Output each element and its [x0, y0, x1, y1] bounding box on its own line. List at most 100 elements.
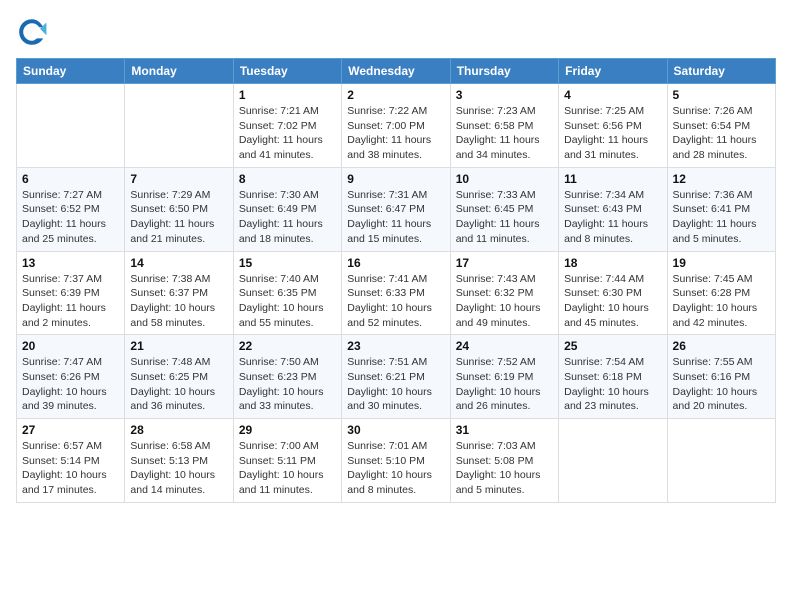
day-info: Sunrise: 7:47 AM Sunset: 6:26 PM Dayligh… [22, 355, 119, 414]
calendar-cell: 5Sunrise: 7:26 AM Sunset: 6:54 PM Daylig… [667, 84, 775, 168]
calendar-cell: 8 Sunrise: 7:30 AM Sunset: 6:49 PM Daylig… [233, 167, 341, 251]
calendar-week-row: 6 Sunrise: 7:27 AM Sunset: 6:52 PM Daylig… [17, 167, 776, 251]
day-info: Sunrise: 7:54 AM Sunset: 6:18 PM Dayligh… [564, 355, 661, 414]
day-info: Sunrise: 7:22 AM Sunset: 7:00 PM Dayligh… [347, 104, 444, 163]
calendar-cell: 6 Sunrise: 7:27 AM Sunset: 6:52 PM Daylig… [17, 167, 125, 251]
day-info: Sunrise: 7:43 AM Sunset: 6:32 PM Dayligh… [456, 272, 553, 331]
day-number: 8 [239, 172, 336, 186]
calendar-cell [667, 419, 775, 503]
calendar-cell: 15 Sunrise: 7:40 AM Sunset: 6:35 PM Dayli… [233, 251, 341, 335]
calendar-week-row: 27 Sunrise: 6:57 AM Sunset: 5:14 PM Dayli… [17, 419, 776, 503]
day-info: Sunrise: 7:40 AM Sunset: 6:35 PM Dayligh… [239, 272, 336, 331]
calendar-cell: 7Sunrise: 7:29 AM Sunset: 6:50 PM Daylig… [125, 167, 233, 251]
calendar-cell: 24 Sunrise: 7:52 AM Sunset: 6:19 PM Dayli… [450, 335, 558, 419]
day-info: Sunrise: 7:27 AM Sunset: 6:52 PM Dayligh… [22, 188, 119, 247]
day-info: Sunrise: 6:58 AM Sunset: 5:13 PM Dayligh… [130, 439, 227, 498]
calendar-week-row: 1 Sunrise: 7:21 AM Sunset: 7:02 PM Daylig… [17, 84, 776, 168]
day-info: Sunrise: 7:41 AM Sunset: 6:33 PM Dayligh… [347, 272, 444, 331]
day-number: 16 [347, 256, 444, 270]
day-number: 23 [347, 339, 444, 353]
calendar-cell: 1 Sunrise: 7:21 AM Sunset: 7:02 PM Daylig… [233, 84, 341, 168]
day-number: 15 [239, 256, 336, 270]
day-number: 25 [564, 339, 661, 353]
day-number: 28 [130, 423, 227, 437]
day-info: Sunrise: 7:23 AM Sunset: 6:58 PM Dayligh… [456, 104, 553, 163]
calendar-cell: 4 Sunrise: 7:25 AM Sunset: 6:56 PM Daylig… [559, 84, 667, 168]
day-info: Sunrise: 7:00 AM Sunset: 5:11 PM Dayligh… [239, 439, 336, 498]
calendar-cell [17, 84, 125, 168]
day-number: 17 [456, 256, 553, 270]
day-info: Sunrise: 7:30 AM Sunset: 6:49 PM Dayligh… [239, 188, 336, 247]
day-info: Sunrise: 7:55 AM Sunset: 6:16 PM Dayligh… [673, 355, 770, 414]
calendar-cell: 31 Sunrise: 7:03 AM Sunset: 5:08 PM Dayli… [450, 419, 558, 503]
day-info: Sunrise: 7:31 AM Sunset: 6:47 PM Dayligh… [347, 188, 444, 247]
day-number: 4 [564, 88, 661, 102]
calendar-cell: 12Sunrise: 7:36 AM Sunset: 6:41 PM Dayli… [667, 167, 775, 251]
day-number: 27 [22, 423, 119, 437]
calendar-cell: 11 Sunrise: 7:34 AM Sunset: 6:43 PM Dayli… [559, 167, 667, 251]
calendar-table: SundayMondayTuesdayWednesdayThursdayFrid… [16, 58, 776, 503]
calendar-cell: 17 Sunrise: 7:43 AM Sunset: 6:32 PM Dayli… [450, 251, 558, 335]
day-header-wednesday: Wednesday [342, 59, 450, 84]
logo [16, 16, 52, 48]
calendar-cell: 2 Sunrise: 7:22 AM Sunset: 7:00 PM Daylig… [342, 84, 450, 168]
day-number: 14 [130, 256, 227, 270]
day-header-saturday: Saturday [667, 59, 775, 84]
calendar-cell: 25 Sunrise: 7:54 AM Sunset: 6:18 PM Dayli… [559, 335, 667, 419]
day-info: Sunrise: 7:52 AM Sunset: 6:19 PM Dayligh… [456, 355, 553, 414]
calendar-header-row: SundayMondayTuesdayWednesdayThursdayFrid… [17, 59, 776, 84]
calendar-cell: 22Sunrise: 7:50 AM Sunset: 6:23 PM Dayli… [233, 335, 341, 419]
day-number: 24 [456, 339, 553, 353]
calendar-cell: 18 Sunrise: 7:44 AM Sunset: 6:30 PM Dayli… [559, 251, 667, 335]
day-info: Sunrise: 7:37 AM Sunset: 6:39 PM Dayligh… [22, 272, 119, 331]
calendar-cell: 14 Sunrise: 7:38 AM Sunset: 6:37 PM Dayli… [125, 251, 233, 335]
day-header-monday: Monday [125, 59, 233, 84]
day-info: Sunrise: 7:21 AM Sunset: 7:02 PM Dayligh… [239, 104, 336, 163]
day-header-sunday: Sunday [17, 59, 125, 84]
day-info: Sunrise: 7:03 AM Sunset: 5:08 PM Dayligh… [456, 439, 553, 498]
day-number: 1 [239, 88, 336, 102]
calendar-cell: 19 Sunrise: 7:45 AM Sunset: 6:28 PM Dayli… [667, 251, 775, 335]
day-info: Sunrise: 7:33 AM Sunset: 6:45 PM Dayligh… [456, 188, 553, 247]
day-info: Sunrise: 7:38 AM Sunset: 6:37 PM Dayligh… [130, 272, 227, 331]
day-number: 2 [347, 88, 444, 102]
day-number: 9 [347, 172, 444, 186]
day-info: Sunrise: 6:57 AM Sunset: 5:14 PM Dayligh… [22, 439, 119, 498]
day-info: Sunrise: 7:51 AM Sunset: 6:21 PM Dayligh… [347, 355, 444, 414]
day-number: 5 [673, 88, 770, 102]
day-number: 18 [564, 256, 661, 270]
day-number: 19 [673, 256, 770, 270]
day-number: 3 [456, 88, 553, 102]
calendar-cell: 28 Sunrise: 6:58 AM Sunset: 5:13 PM Dayli… [125, 419, 233, 503]
calendar-cell [125, 84, 233, 168]
day-info: Sunrise: 7:45 AM Sunset: 6:28 PM Dayligh… [673, 272, 770, 331]
calendar-week-row: 20 Sunrise: 7:47 AM Sunset: 6:26 PM Dayli… [17, 335, 776, 419]
day-header-thursday: Thursday [450, 59, 558, 84]
calendar-week-row: 13Sunrise: 7:37 AM Sunset: 6:39 PM Dayli… [17, 251, 776, 335]
day-number: 31 [456, 423, 553, 437]
day-info: Sunrise: 7:25 AM Sunset: 6:56 PM Dayligh… [564, 104, 661, 163]
day-number: 26 [673, 339, 770, 353]
day-info: Sunrise: 7:44 AM Sunset: 6:30 PM Dayligh… [564, 272, 661, 331]
calendar-cell: 29 Sunrise: 7:00 AM Sunset: 5:11 PM Dayli… [233, 419, 341, 503]
calendar-cell: 16 Sunrise: 7:41 AM Sunset: 6:33 PM Dayli… [342, 251, 450, 335]
day-info: Sunrise: 7:34 AM Sunset: 6:43 PM Dayligh… [564, 188, 661, 247]
day-header-friday: Friday [559, 59, 667, 84]
calendar-cell: 9 Sunrise: 7:31 AM Sunset: 6:47 PM Daylig… [342, 167, 450, 251]
calendar-cell [559, 419, 667, 503]
day-number: 7 [130, 172, 227, 186]
calendar-cell: 21Sunrise: 7:48 AM Sunset: 6:25 PM Dayli… [125, 335, 233, 419]
day-info: Sunrise: 7:01 AM Sunset: 5:10 PM Dayligh… [347, 439, 444, 498]
day-number: 21 [130, 339, 227, 353]
day-number: 11 [564, 172, 661, 186]
day-number: 22 [239, 339, 336, 353]
calendar-cell: 26 Sunrise: 7:55 AM Sunset: 6:16 PM Dayli… [667, 335, 775, 419]
day-number: 6 [22, 172, 119, 186]
calendar-cell: 30Sunrise: 7:01 AM Sunset: 5:10 PM Dayli… [342, 419, 450, 503]
calendar-cell: 13Sunrise: 7:37 AM Sunset: 6:39 PM Dayli… [17, 251, 125, 335]
day-number: 29 [239, 423, 336, 437]
calendar-cell: 27 Sunrise: 6:57 AM Sunset: 5:14 PM Dayli… [17, 419, 125, 503]
calendar-cell: 10Sunrise: 7:33 AM Sunset: 6:45 PM Dayli… [450, 167, 558, 251]
calendar-cell: 23 Sunrise: 7:51 AM Sunset: 6:21 PM Dayli… [342, 335, 450, 419]
day-number: 20 [22, 339, 119, 353]
